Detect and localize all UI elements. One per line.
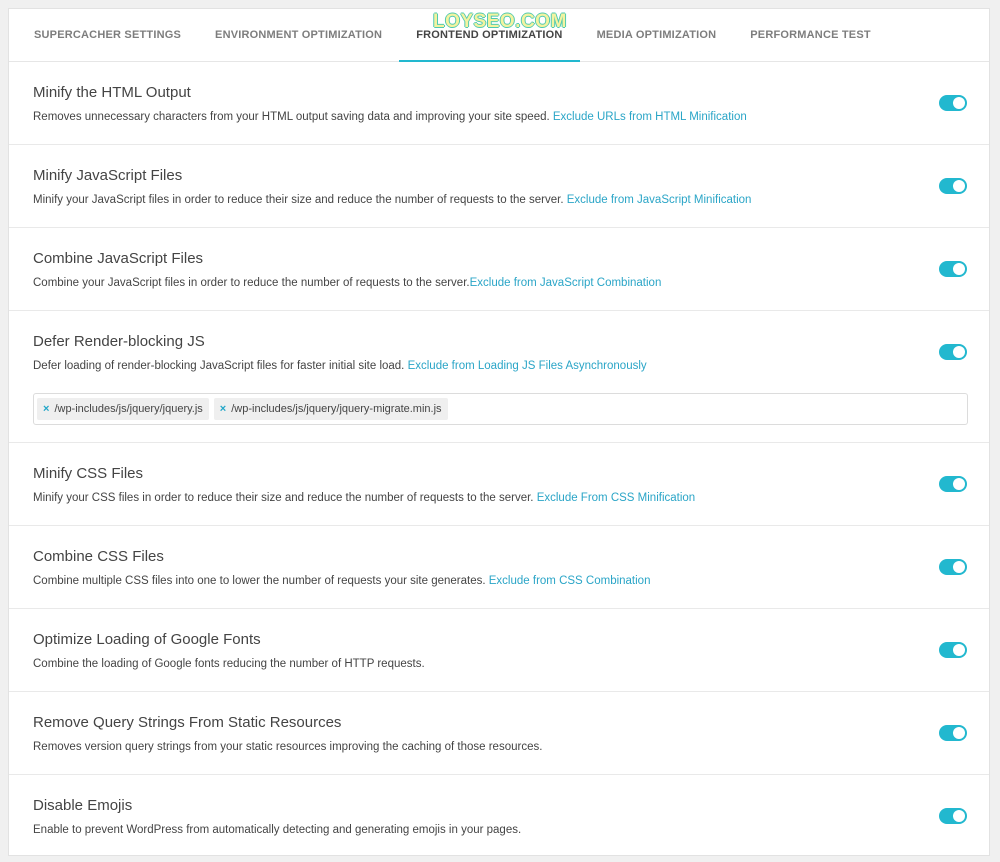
setting-title: Combine CSS Files [33,548,164,565]
setting-title: Combine JavaScript Files [33,250,204,267]
setting-combine-js: Combine JavaScript Files Combine your Ja… [9,228,989,311]
remove-tag-icon[interactable]: × [220,403,226,415]
setting-title: Minify JavaScript Files [33,167,183,184]
toggle-knob [953,97,965,109]
exclude-js-minification-link[interactable]: Exclude from JavaScript Minification [567,194,752,206]
query-strings-toggle[interactable] [939,725,967,741]
setting-minify-html: Minify the HTML Output Removes unnecessa… [9,62,989,145]
setting-title: Minify the HTML Output [33,84,191,101]
setting-description: Combine your JavaScript files in order t… [33,277,662,289]
setting-minify-js: Minify JavaScript Files Minify your Java… [9,145,989,228]
tab-environment-optimization[interactable]: ENVIRONMENT OPTIMIZATION [198,9,399,61]
tab-performance-test[interactable]: PERFORMANCE TEST [733,9,888,61]
setting-description: Combine the loading of Google fonts redu… [33,658,425,670]
toggle-knob [953,727,965,739]
tab-supercacher-settings[interactable]: SUPERCACHER SETTINGS [17,9,198,61]
google-fonts-toggle[interactable] [939,642,967,658]
minify-css-toggle[interactable] [939,476,967,492]
exclude-js-combination-link[interactable]: Exclude from JavaScript Combination [470,277,662,289]
toggle-knob [953,644,965,656]
remove-tag-icon[interactable]: × [43,403,49,415]
setting-title: Remove Query Strings From Static Resourc… [33,714,342,731]
disable-emojis-toggle[interactable] [939,808,967,824]
exclude-tag: ×/wp-includes/js/jquery/jquery.js [37,398,209,420]
setting-title: Minify CSS Files [33,465,144,482]
setting-minify-css: Minify CSS Files Minify your CSS files i… [9,443,989,526]
setting-combine-css: Combine CSS Files Combine multiple CSS f… [9,526,989,609]
setting-title: Optimize Loading of Google Fonts [33,631,261,648]
exclude-css-minification-link[interactable]: Exclude From CSS Minification [537,492,696,504]
exclude-async-js-link[interactable]: Exclude from Loading JS Files Asynchrono… [408,360,647,372]
combine-js-toggle[interactable] [939,261,967,277]
minify-js-toggle[interactable] [939,178,967,194]
setting-description: Minify your CSS files in order to reduce… [33,492,696,504]
setting-title: Disable Emojis [33,797,133,814]
setting-disable-emojis: Disable Emojis Enable to prevent WordPre… [9,775,989,855]
setting-google-fonts: Optimize Loading of Google Fonts Combine… [9,609,989,692]
toggle-knob [953,263,965,275]
setting-query-strings: Remove Query Strings From Static Resourc… [9,692,989,775]
tab-media-optimization[interactable]: MEDIA OPTIMIZATION [580,9,734,61]
setting-description: Enable to prevent WordPress from automat… [33,824,522,836]
minify-html-toggle[interactable] [939,95,967,111]
exclude-css-combination-link[interactable]: Exclude from CSS Combination [489,575,651,587]
setting-description: Minify your JavaScript files in order to… [33,194,752,206]
setting-description: Removes unnecessary characters from your… [33,111,747,123]
exclude-html-minification-link[interactable]: Exclude URLs from HTML Minification [553,111,747,123]
tab-bar: SUPERCACHER SETTINGS ENVIRONMENT OPTIMIZ… [9,9,989,62]
setting-description: Defer loading of render-blocking JavaScr… [33,360,647,372]
exclude-tag: ×/wp-includes/js/jquery/jquery-migrate.m… [213,398,448,420]
setting-description: Combine multiple CSS files into one to l… [33,575,651,587]
combine-css-toggle[interactable] [939,559,967,575]
toggle-knob [953,346,965,358]
settings-panel: SUPERCACHER SETTINGS ENVIRONMENT OPTIMIZ… [8,8,990,856]
defer-exclude-tag-input[interactable]: ×/wp-includes/js/jquery/jquery.js ×/wp-i… [33,393,968,425]
defer-js-toggle[interactable] [939,344,967,360]
toggle-knob [953,561,965,573]
setting-title: Defer Render-blocking JS [33,333,205,350]
setting-description: Removes version query strings from your … [33,741,543,753]
toggle-knob [953,180,965,192]
toggle-knob [953,810,965,822]
toggle-knob [953,478,965,490]
tab-frontend-optimization[interactable]: FRONTEND OPTIMIZATION [399,9,580,62]
setting-defer-js: Defer Render-blocking JS Defer loading o… [9,311,989,443]
